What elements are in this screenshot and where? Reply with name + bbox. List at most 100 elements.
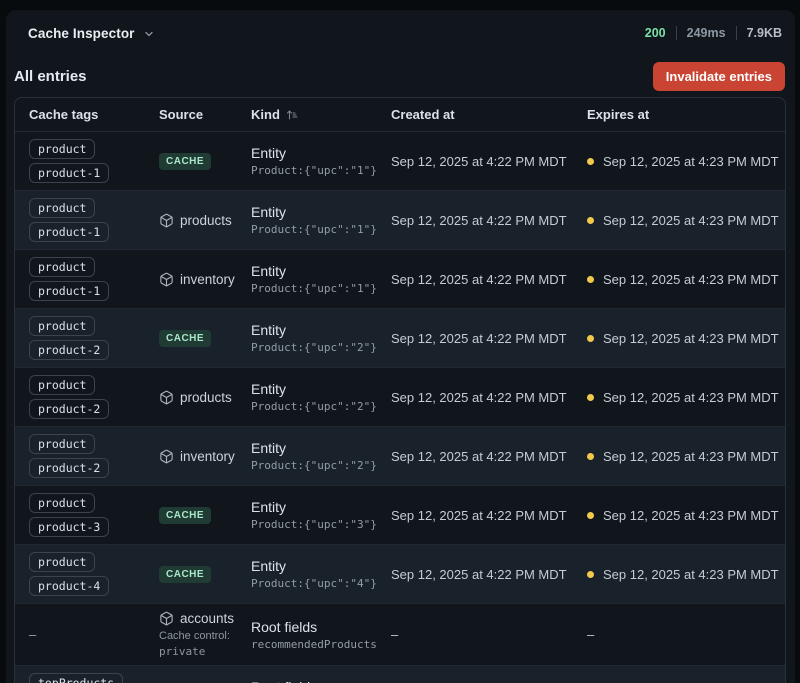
expires-at-value: – (587, 627, 594, 642)
sort-ascending-icon (286, 109, 298, 121)
top-bar: Cache Inspector 200 249ms 7.9KB (6, 10, 795, 56)
kind-detail: recommendedProducts (251, 638, 391, 651)
table-body: productproduct-1 CACHE Entity Product:{"… (15, 132, 785, 683)
cache-tag: product-4 (29, 576, 109, 596)
created-at-cell: Sep 12, 2025 at 4:22 PM MDT (391, 390, 587, 405)
expires-at-cell: – (587, 627, 785, 642)
cache-tags-cell: topProductstopProducts-5 (29, 673, 159, 683)
kind-title: Entity (251, 499, 391, 515)
subgraph-source: accounts (159, 611, 234, 626)
kind-detail: Product:{"upc":"4"} (251, 577, 391, 590)
kind-cell: Entity Product:{"upc":"2"} (251, 440, 391, 472)
package-icon (159, 272, 174, 287)
response-size: 7.9KB (747, 26, 782, 40)
column-header-expires-at[interactable]: Expires at (587, 107, 785, 122)
kind-title: Entity (251, 145, 391, 161)
source-cell: CACHE (159, 153, 251, 170)
table-row[interactable]: product product-2 inventory Entity Produc… (15, 427, 785, 486)
cache-inspector-dropdown[interactable]: Cache Inspector (28, 26, 155, 41)
subgraph-name: inventory (180, 449, 235, 464)
expires-at-cell: Sep 12, 2025 at 4:23 PM MDT (587, 213, 785, 228)
kind-detail: Product:{"upc":"1"} (251, 282, 391, 295)
table-row[interactable]: productproduct-2 products Entity Product… (15, 368, 785, 427)
entries-toolbar: All entries Invalidate entries (6, 56, 795, 97)
cache-tags-cell: productproduct-1 (29, 198, 159, 242)
cache-tag: product-2 (29, 458, 109, 478)
created-at-cell: Sep 12, 2025 at 4:22 PM MDT (391, 508, 587, 523)
expires-at-value: Sep 12, 2025 at 4:23 PM MDT (603, 508, 779, 523)
table-row[interactable]: product product-3 CACHE Entity Product:{"… (15, 486, 785, 545)
cache-tag: product (29, 316, 95, 336)
cache-tag: product (29, 552, 95, 572)
kind-title: Root fields (251, 619, 391, 635)
cache-tag: product-3 (29, 517, 109, 537)
table-row[interactable]: topProductstopProducts-5 CACHE Root fiel… (15, 666, 785, 683)
invalidate-entries-button[interactable]: Invalidate entries (653, 62, 785, 91)
cache-tag: product-2 (29, 399, 109, 419)
cache-tag: product (29, 257, 95, 277)
column-header-created-at[interactable]: Created at (391, 107, 587, 122)
expires-at-value: Sep 12, 2025 at 4:23 PM MDT (603, 213, 779, 228)
cache-tag: product (29, 493, 95, 513)
kind-cell: Root fields recommendedProducts (251, 619, 391, 651)
empty-value: – (29, 627, 36, 642)
table-row[interactable]: productproduct-1 inventory Entity Produc… (15, 250, 785, 309)
table-row[interactable]: – accountsCache control:private Root fie… (15, 604, 785, 666)
expires-at-cell: Sep 12, 2025 at 4:23 PM MDT (587, 272, 785, 287)
cache-source-badge: CACHE (159, 507, 211, 524)
column-header-source[interactable]: Source (159, 107, 251, 122)
subgraph-source: products (159, 390, 232, 405)
source-cell: CACHE (159, 330, 251, 347)
cache-entries-table: Cache tags Source Kind Created at Expire… (14, 97, 786, 683)
created-at-cell: – (391, 627, 587, 642)
source-cell: CACHE (159, 507, 251, 524)
kind-cell: Entity Product:{"upc":"3"} (251, 499, 391, 531)
table-row[interactable]: productproduct-1 products Entity Product… (15, 191, 785, 250)
kind-cell: Entity Product:{"upc":"2"} (251, 322, 391, 354)
status-code: 200 (645, 26, 666, 40)
column-header-cache-tags[interactable]: Cache tags (29, 107, 159, 122)
kind-title: Root fields (251, 679, 391, 683)
cache-tag: product (29, 139, 95, 159)
request-stats: 200 249ms 7.9KB (645, 26, 782, 40)
expires-dot-icon (587, 571, 594, 578)
expires-dot-icon (587, 158, 594, 165)
column-header-label: Created at (391, 107, 455, 122)
subgraph-source: inventory (159, 449, 235, 464)
expires-at-cell: Sep 12, 2025 at 4:23 PM MDT (587, 390, 785, 405)
kind-title: Entity (251, 204, 391, 220)
table-row[interactable]: productproduct-1 CACHE Entity Product:{"… (15, 132, 785, 191)
expires-at-cell: Sep 12, 2025 at 4:23 PM MDT (587, 154, 785, 169)
created-at-cell: Sep 12, 2025 at 4:22 PM MDT (391, 272, 587, 287)
expires-at-value: Sep 12, 2025 at 4:23 PM MDT (603, 154, 779, 169)
expires-at-value: Sep 12, 2025 at 4:23 PM MDT (603, 567, 779, 582)
created-at-cell: Sep 12, 2025 at 4:22 PM MDT (391, 449, 587, 464)
source-cell: accountsCache control:private (159, 611, 251, 658)
table-row[interactable]: productproduct-4 CACHE Entity Product:{"… (15, 545, 785, 604)
cache-tags-cell: product product-4 (29, 552, 159, 596)
cache-tag: product (29, 434, 95, 454)
column-header-kind[interactable]: Kind (251, 107, 391, 122)
expires-at-cell: Sep 12, 2025 at 4:23 PM MDT (587, 331, 785, 346)
cache-tag: product-2 (29, 340, 109, 360)
cache-tag: product-1 (29, 222, 109, 242)
expires-dot-icon (587, 217, 594, 224)
package-icon (159, 449, 174, 464)
kind-title: Entity (251, 440, 391, 456)
source-cell: inventory (159, 272, 251, 287)
cache-inspector-panel: Cache Inspector 200 249ms 7.9KB All entr… (6, 10, 795, 683)
column-header-label: Kind (251, 107, 280, 122)
chevron-down-icon (143, 28, 155, 40)
kind-detail: Product:{"upc":"3"} (251, 518, 391, 531)
source-cell: products (159, 213, 251, 228)
expires-dot-icon (587, 276, 594, 283)
table-row[interactable]: product product-2 CACHE Entity Product:{"… (15, 309, 785, 368)
expires-at-cell: Sep 12, 2025 at 4:23 PM MDT (587, 449, 785, 464)
kind-cell: Entity Product:{"upc":"2"} (251, 381, 391, 413)
package-icon (159, 611, 174, 626)
expires-dot-icon (587, 394, 594, 401)
expires-at-cell: Sep 12, 2025 at 4:23 PM MDT (587, 508, 785, 523)
page: { "header": { "title": "Cache Inspector"… (0, 0, 800, 683)
kind-title: Entity (251, 558, 391, 574)
kind-cell: Entity Product:{"upc":"1"} (251, 263, 391, 295)
